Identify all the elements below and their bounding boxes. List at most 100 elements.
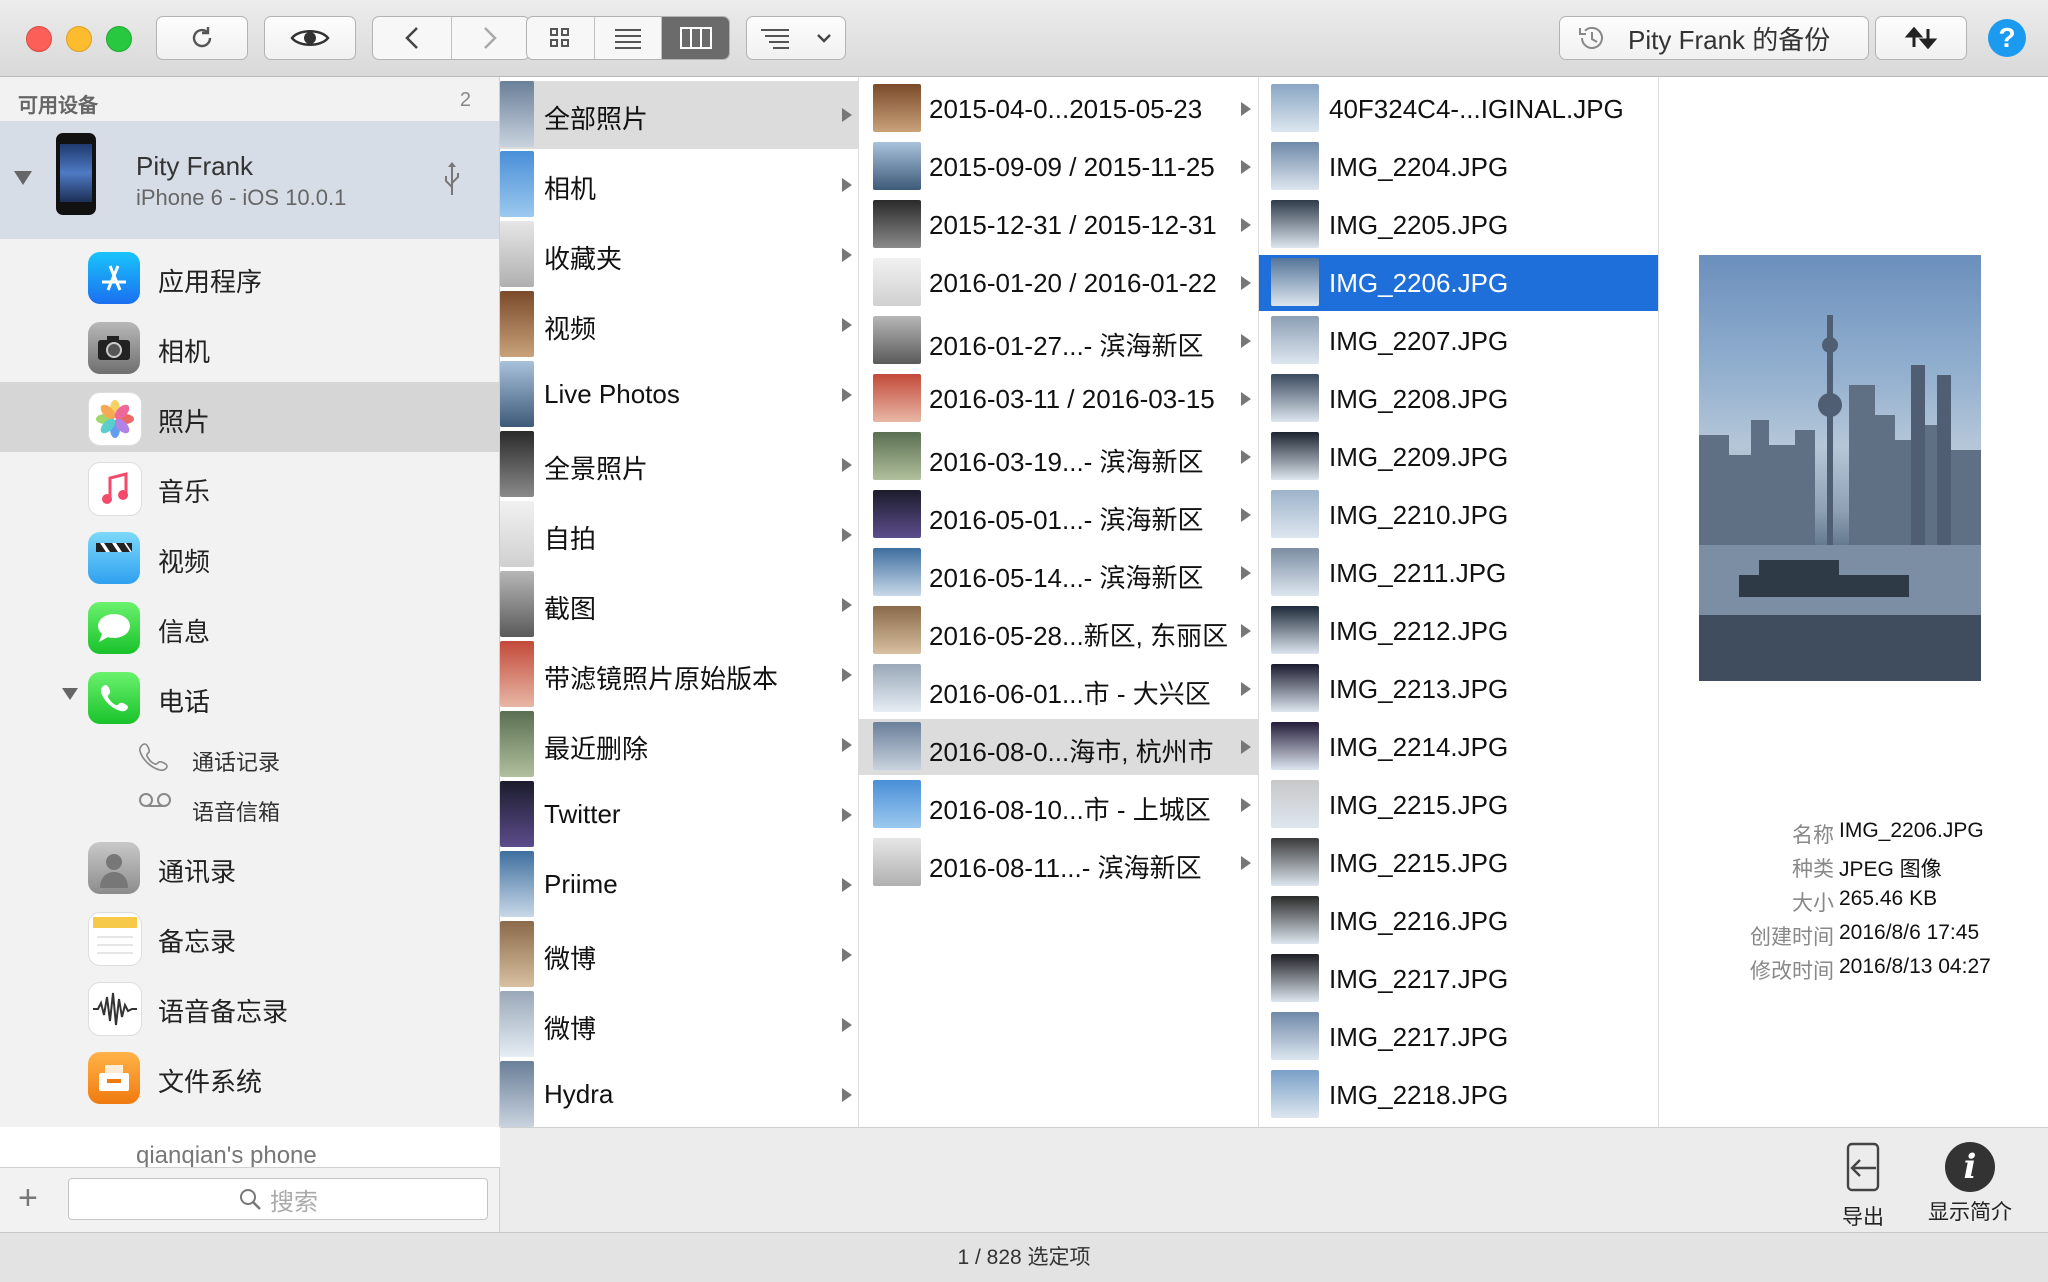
video-icon-glyph xyxy=(96,543,132,552)
moment-row[interactable]: 2016-01-27...- 滨海新区 xyxy=(859,313,1258,369)
album-thumbnail xyxy=(500,1061,534,1127)
file-row[interactable]: IMG_2215.JPG xyxy=(1259,835,1658,891)
sidebar-item-photos[interactable]: 照片 xyxy=(0,382,499,452)
minimize-window-button[interactable] xyxy=(66,26,92,52)
moment-row[interactable]: 2016-08-11...- 滨海新区 xyxy=(859,835,1258,891)
moment-row[interactable]: 2016-03-19...- 滨海新区 xyxy=(859,429,1258,485)
sidebar-item-notes[interactable]: 备忘录 xyxy=(0,902,499,972)
file-row[interactable]: IMG_2209.JPG xyxy=(1259,429,1658,485)
disclosure-triangle-icon[interactable] xyxy=(14,171,32,185)
album-row[interactable]: Priime xyxy=(500,851,858,919)
sidebar-item-voice-memo[interactable]: 语音备忘录 xyxy=(0,972,499,1042)
icon-view-button[interactable] xyxy=(527,17,595,59)
sidebar-item-app-store[interactable]: 应用程序 xyxy=(0,242,499,312)
file-row[interactable]: IMG_2214.JPG xyxy=(1259,719,1658,775)
export-button[interactable]: 导出 xyxy=(1830,1142,1896,1231)
file-row[interactable]: IMG_2215.JPG xyxy=(1259,777,1658,833)
preview-button[interactable] xyxy=(264,16,356,60)
sidebar-item-phone[interactable]: 电话 xyxy=(0,662,499,732)
transfer-button[interactable] xyxy=(1875,16,1967,60)
sidebar-item-video[interactable]: 视频 xyxy=(0,522,499,592)
sidebar-item-filesystem[interactable]: 文件系统 xyxy=(0,1042,499,1112)
album-row[interactable]: 相机 xyxy=(500,151,858,219)
sort-menu-button[interactable] xyxy=(746,16,846,60)
moment-row[interactable]: 2015-12-31 / 2015-12-31 xyxy=(859,197,1258,253)
sidebar-subitem-voicemail[interactable]: 语音信箱 xyxy=(0,782,499,832)
info-row: 修改时间 2016/8/13 04:27 xyxy=(1659,955,2048,989)
album-row[interactable]: 全部照片 xyxy=(500,81,858,149)
disclosure-triangle-icon[interactable] xyxy=(62,688,78,700)
moment-thumbnail xyxy=(873,490,921,538)
forward-button[interactable] xyxy=(452,17,530,59)
album-thumbnail xyxy=(500,851,534,917)
list-view-button[interactable] xyxy=(595,17,663,59)
album-row[interactable]: 微博 xyxy=(500,991,858,1059)
file-row[interactable]: IMG_2212.JPG xyxy=(1259,603,1658,659)
backup-button[interactable]: Pity Frank 的备份 xyxy=(1559,16,1869,60)
close-window-button[interactable] xyxy=(26,26,52,52)
file-row[interactable]: 40F324C4-...IGINAL.JPG xyxy=(1259,81,1658,137)
moment-label: 2016-05-28...新区, 东丽区 xyxy=(929,621,1229,651)
sidebar-item-music[interactable]: 音乐 xyxy=(0,452,499,522)
refresh-button[interactable] xyxy=(156,16,248,60)
file-row[interactable]: IMG_2216.JPG xyxy=(1259,893,1658,949)
file-label: IMG_2206.JPG xyxy=(1329,268,1509,298)
moment-row[interactable]: 2016-05-14...- 滨海新区 xyxy=(859,545,1258,601)
file-label: IMG_2207.JPG xyxy=(1329,326,1509,356)
moment-row[interactable]: 2015-04-0...2015-05-23 xyxy=(859,81,1258,137)
back-button[interactable] xyxy=(373,17,452,59)
file-row[interactable]: IMG_2205.JPG xyxy=(1259,197,1658,253)
album-row[interactable]: 自拍 xyxy=(500,501,858,569)
album-thumbnail xyxy=(500,501,534,567)
sidebar-item-messages[interactable]: 信息 xyxy=(0,592,499,662)
moment-row[interactable]: 2016-05-28...新区, 东丽区 xyxy=(859,603,1258,659)
album-row[interactable]: 全景照片 xyxy=(500,431,858,499)
moment-row[interactable]: 2016-08-10...市 - 上城区 xyxy=(859,777,1258,833)
show-info-button[interactable]: i 显示简介 xyxy=(1910,1142,2030,1226)
file-thumbnail xyxy=(1271,374,1319,422)
moment-row[interactable]: 2016-01-20 / 2016-01-22 xyxy=(859,255,1258,311)
refresh-icon xyxy=(192,27,212,48)
sidebar-item-camera[interactable]: 相机 xyxy=(0,312,499,382)
music-icon xyxy=(88,462,142,516)
moment-row[interactable]: 2015-09-09 / 2015-11-25 xyxy=(859,139,1258,195)
album-row[interactable]: Hydra xyxy=(500,1061,858,1127)
file-row[interactable]: IMG_2218.JPG xyxy=(1259,1067,1658,1123)
file-label: IMG_2208.JPG xyxy=(1329,384,1509,414)
moment-row[interactable]: 2016-06-01...市 - 大兴区 xyxy=(859,661,1258,717)
album-row[interactable]: 微博 xyxy=(500,921,858,989)
moment-row[interactable]: 2016-08-0...海市, 杭州市 xyxy=(859,719,1258,775)
info-label: 大小 xyxy=(1792,892,1834,915)
file-row[interactable]: IMG_2210.JPG xyxy=(1259,487,1658,543)
add-icon[interactable]: + xyxy=(18,1178,38,1218)
moment-thumbnail xyxy=(873,200,921,248)
moment-row[interactable]: 2016-03-11 / 2016-03-15 xyxy=(859,371,1258,427)
album-row[interactable]: Live Photos xyxy=(500,361,858,429)
album-row[interactable]: Twitter xyxy=(500,781,858,849)
file-row[interactable]: IMG_2211.JPG xyxy=(1259,545,1658,601)
disclosure-arrow-icon xyxy=(842,668,852,682)
sidebar-subitem-call-log[interactable]: 通话记录 xyxy=(0,732,499,782)
album-label: 微博 xyxy=(544,1014,597,1044)
file-row[interactable]: IMG_2208.JPG xyxy=(1259,371,1658,427)
file-row[interactable]: IMG_2207.JPG xyxy=(1259,313,1658,369)
album-label: 全部照片 xyxy=(544,104,649,134)
help-button[interactable]: ? xyxy=(1988,19,2026,57)
album-row[interactable]: 最近删除 xyxy=(500,711,858,779)
file-row[interactable]: IMG_2217.JPG xyxy=(1259,1009,1658,1065)
album-row[interactable]: 带滤镜照片原始版本 xyxy=(500,641,858,709)
file-row[interactable]: IMG_2206.JPG xyxy=(1259,255,1658,311)
device-row[interactable]: Pity Frank iPhone 6 - iOS 10.0.1 xyxy=(0,121,499,239)
file-row[interactable]: IMG_2204.JPG xyxy=(1259,139,1658,195)
column-view-button[interactable] xyxy=(662,17,729,59)
zoom-window-button[interactable] xyxy=(106,26,132,52)
file-row[interactable]: IMG_2213.JPG xyxy=(1259,661,1658,717)
sidebar-item-contacts[interactable]: 通讯录 xyxy=(0,832,499,902)
file-row[interactable]: IMG_2217.JPG xyxy=(1259,951,1658,1007)
album-row[interactable]: 视频 xyxy=(500,291,858,359)
album-row[interactable]: 截图 xyxy=(500,571,858,639)
moment-row[interactable]: 2016-05-01...- 滨海新区 xyxy=(859,487,1258,543)
search-field[interactable]: 搜索 xyxy=(68,1178,488,1220)
second-device-row[interactable] xyxy=(0,1119,499,1127)
album-row[interactable]: 收藏夹 xyxy=(500,221,858,289)
